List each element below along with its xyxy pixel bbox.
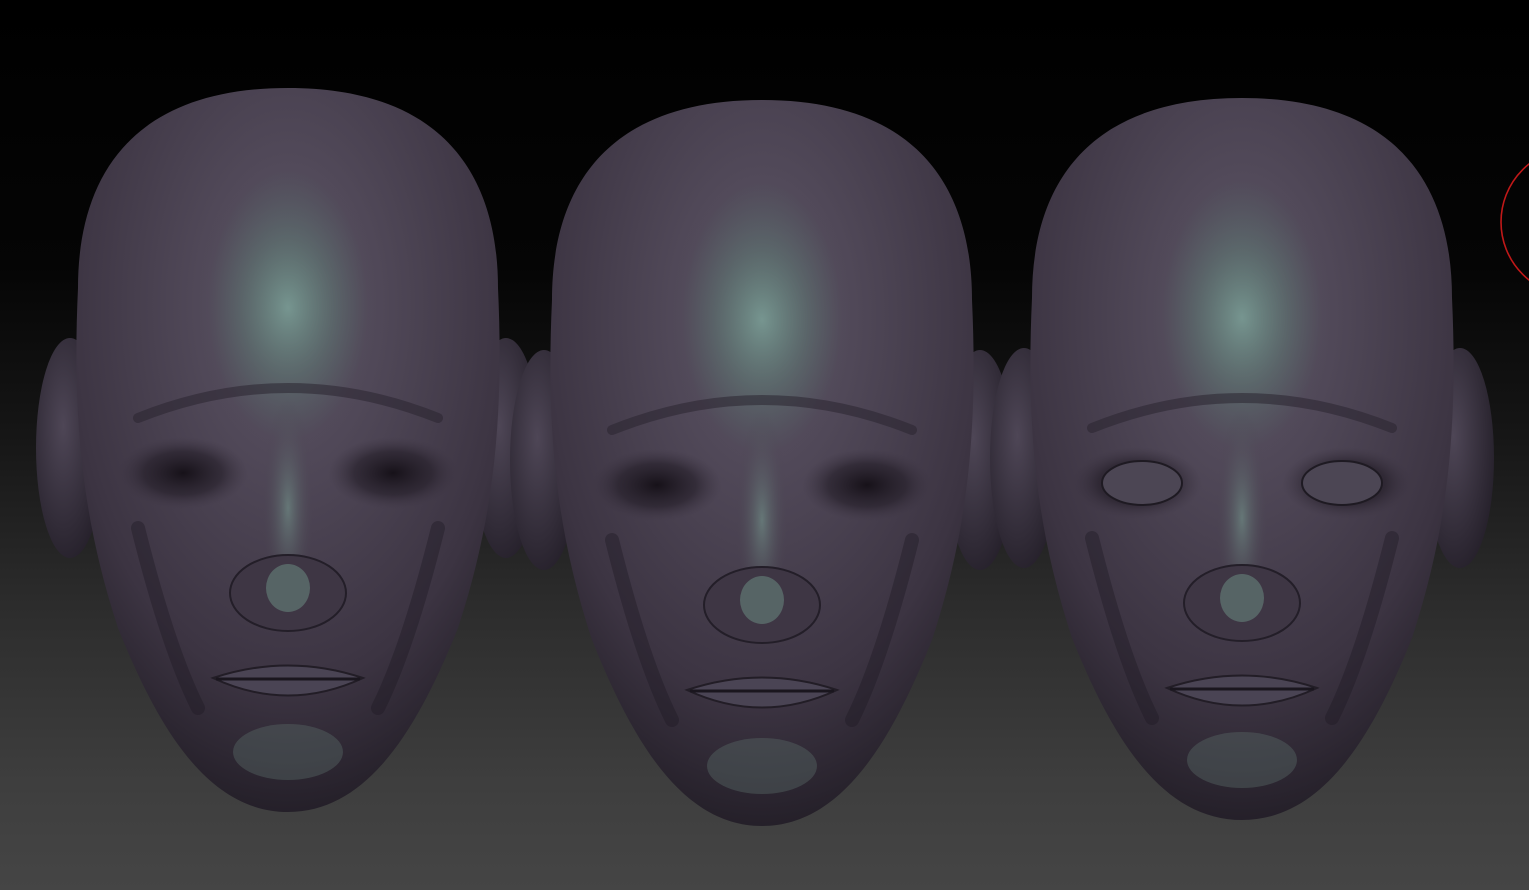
right-eyeball (1301, 460, 1383, 506)
nose-highlight (1220, 574, 1264, 622)
right-eye-socket (328, 437, 458, 509)
nose-highlight (266, 564, 310, 612)
left-eye-socket (118, 437, 248, 509)
head-stage-1[interactable] (36, 88, 540, 812)
head-stage-3[interactable] (990, 98, 1494, 820)
head-stage-2[interactable] (510, 100, 1014, 826)
viewport-canvas[interactable] (0, 0, 1529, 890)
chin-highlight (233, 724, 343, 780)
chin-highlight (707, 738, 817, 794)
sculpt-viewport[interactable] (0, 0, 1529, 890)
chin-highlight (1187, 732, 1297, 788)
nose-highlight (740, 576, 784, 624)
right-eye-socket (802, 449, 932, 521)
brush-ring-icon (1500, 163, 1529, 281)
left-eye-socket (592, 449, 722, 521)
left-eyeball (1101, 460, 1183, 506)
